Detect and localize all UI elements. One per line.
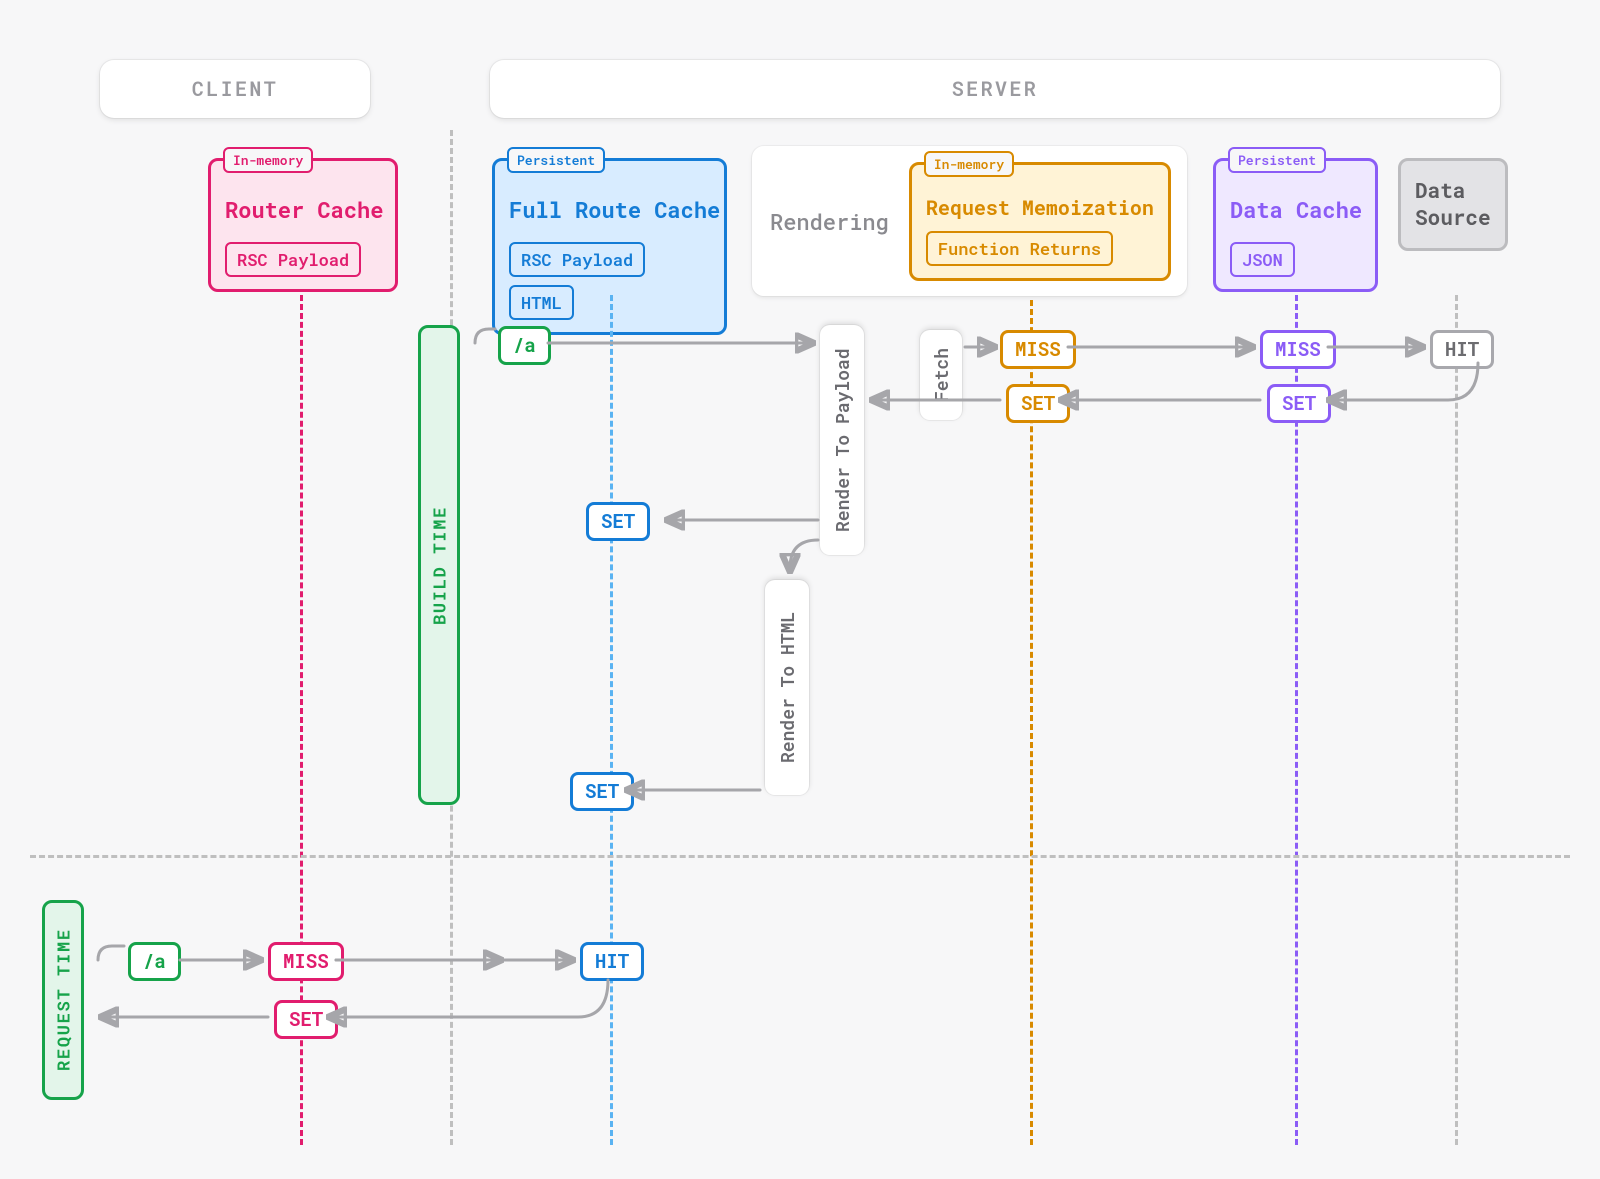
token-router-miss: MISS: [268, 942, 344, 981]
token-memo-miss: MISS: [1000, 330, 1076, 369]
vbox-fetch: Fetch: [920, 330, 962, 420]
title-datacache: Data Cache: [1230, 195, 1361, 224]
rendering-container: Rendering In-memory Request Memoization …: [752, 146, 1187, 296]
token-route-a-request: /a: [128, 942, 181, 981]
vbox-render-html: Render To HTML: [765, 580, 809, 795]
card-router-cache: In-memory Router Cache RSC Payload: [208, 158, 398, 292]
token-fullroute-hit: HIT: [580, 942, 644, 981]
rendering-label: Rendering: [770, 207, 889, 236]
header-server: SERVER: [490, 60, 1500, 118]
vbox-render-payload: Render To Payload: [820, 325, 864, 555]
token-set-payload: SET: [586, 502, 650, 541]
divider-build-request: [30, 855, 1570, 858]
lane-fullroute: [610, 295, 613, 1145]
card-data-source: Data Source: [1398, 158, 1508, 251]
sidebar-request-time: REQUEST TIME: [42, 900, 84, 1100]
sidebar-build-time: BUILD TIME: [418, 325, 460, 805]
title-memo: Request Memoization: [926, 195, 1154, 221]
chip-fullroute-html: HTML: [509, 285, 574, 320]
badge-memo: In-memory: [924, 151, 1014, 177]
header-client: CLIENT: [100, 60, 370, 118]
token-source-hit: HIT: [1430, 330, 1494, 369]
chip-router-rsc: RSC Payload: [225, 242, 361, 277]
caching-diagram: CLIENT SERVER In-memory Router Cache RSC…: [0, 0, 1600, 1179]
card-data-cache: Persistent Data Cache JSON: [1213, 158, 1378, 292]
title-router: Router Cache: [225, 195, 381, 224]
chip-fullroute-rsc: RSC Payload: [509, 242, 645, 277]
token-data-miss: MISS: [1260, 330, 1336, 369]
token-route-a-build: /a: [498, 326, 551, 365]
card-request-memoization: In-memory Request Memoization Function R…: [909, 162, 1171, 281]
lane-memo: [1030, 300, 1033, 1145]
badge-router: In-memory: [223, 147, 313, 173]
title-fullroute: Full Route Cache: [509, 195, 710, 224]
badge-datacache: Persistent: [1228, 147, 1326, 173]
badge-fullroute: Persistent: [507, 147, 605, 173]
token-set-html: SET: [570, 772, 634, 811]
title-datasource: Data Source: [1415, 177, 1491, 232]
token-data-set: SET: [1267, 384, 1331, 423]
token-memo-set: SET: [1006, 384, 1070, 423]
lane-datasource: [1455, 295, 1458, 1145]
token-router-set: SET: [274, 1000, 338, 1039]
chip-datacache-json: JSON: [1230, 242, 1295, 277]
chip-memo-fn: Function Returns: [926, 231, 1113, 266]
